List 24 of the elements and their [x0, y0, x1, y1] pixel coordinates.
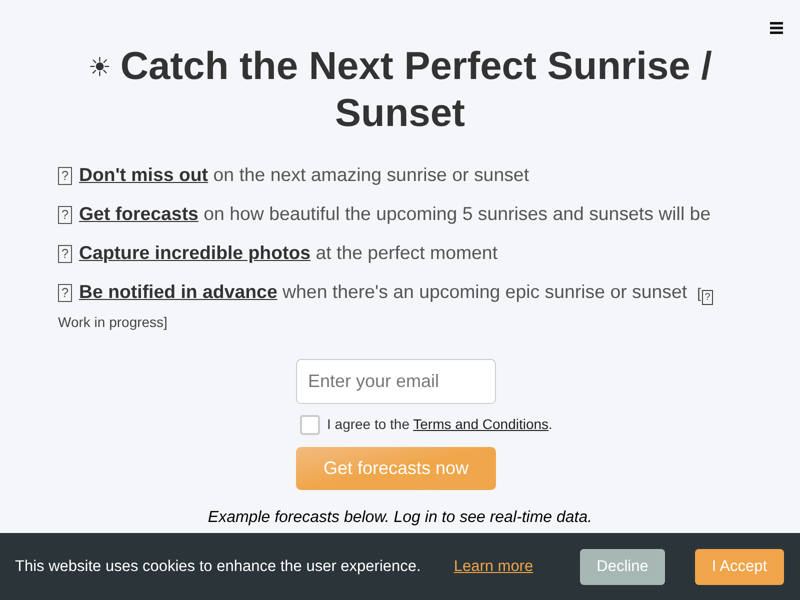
terms-link[interactable]: Terms and Conditions [413, 416, 549, 432]
missing-glyph: ? [702, 290, 713, 305]
menu-icon[interactable] [770, 22, 783, 34]
cookie-message: This website uses cookies to enhance the user experience. [15, 556, 421, 577]
page-title: Catch the Next Perfect Sunrise / Sunset [120, 45, 712, 135]
note-text: Work in progress] [58, 314, 168, 330]
note-text: [ [697, 285, 701, 301]
missing-glyph: ? [58, 245, 72, 263]
decline-button[interactable]: Decline [580, 548, 665, 584]
get-forecasts-button[interactable]: Get forecasts now [296, 447, 496, 490]
accept-button[interactable]: I Accept [695, 548, 784, 584]
sun-icon: ☀ [88, 53, 112, 83]
feature-text: Be notified in advance when there's an upcoming epic sunrise or sunset [79, 281, 688, 302]
missing-glyph: ? [58, 284, 72, 302]
learn-more-link[interactable]: Learn more [454, 554, 534, 578]
example-note: Example forecasts below. Log in to see real-time data. [206, 508, 594, 528]
email-field[interactable]: Enter your email [296, 359, 496, 404]
agree-checkbox[interactable] [300, 414, 320, 434]
feature-text: Capture incredible photos at the perfect moment [79, 242, 498, 263]
missing-glyph: ? [58, 167, 72, 185]
agree-label: I agree to the Terms and Conditions. [327, 415, 552, 434]
feature-text: Don't miss out on the next amazing sunrise or sunset [79, 164, 530, 185]
missing-glyph: ? [58, 206, 72, 224]
feature-text: Get forecasts on how beautiful the upcoming 5 sunrises and sunsets will be [79, 203, 711, 224]
